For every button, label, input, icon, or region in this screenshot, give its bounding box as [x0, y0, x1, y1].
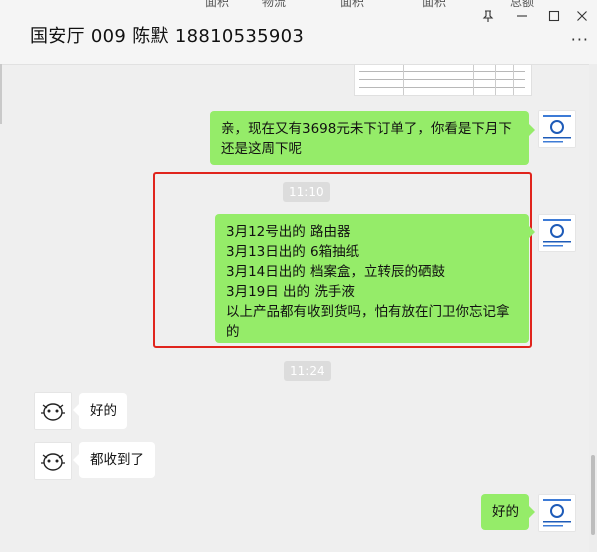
- more-options-button[interactable]: ···: [571, 30, 589, 49]
- message-text: 3月13日出的 6箱抽纸: [226, 244, 360, 260]
- bubble-tail: [529, 506, 535, 518]
- company-logo-icon: [539, 215, 575, 251]
- my-avatar[interactable]: [538, 494, 576, 532]
- my-avatar[interactable]: [538, 110, 576, 148]
- pin-icon: [482, 10, 494, 22]
- bubble-tail: [529, 226, 535, 238]
- message-bubble-incoming[interactable]: 都收到了: [79, 442, 155, 478]
- message-text: 3月12号出的 路由器: [226, 224, 351, 240]
- chat-title: 国安厅 009 陈默 18810535903: [30, 26, 305, 47]
- message-text: 好的: [90, 403, 117, 419]
- message-bubble-outgoing[interactable]: 好的: [481, 494, 529, 530]
- contact-avatar[interactable]: [34, 442, 72, 480]
- message-text: 好的: [492, 504, 519, 520]
- minimize-button[interactable]: [512, 6, 532, 26]
- company-logo-icon: [539, 111, 575, 147]
- message-bubble-incoming[interactable]: 好的: [79, 393, 127, 429]
- cartoon-avatar-icon: [35, 393, 71, 429]
- contact-avatar[interactable]: [34, 392, 72, 430]
- spreadsheet-image-message[interactable]: [354, 64, 532, 96]
- message-text: 3月19日 出的 洗手液: [226, 284, 355, 300]
- cut-tab-label: 物流: [262, 0, 287, 9]
- message-bubble-outgoing[interactable]: 3月12号出的 路由器 3月13日出的 6箱抽纸 3月14日出的 档案盒，立转辰…: [215, 214, 529, 343]
- scrollbar-thumb[interactable]: [591, 455, 595, 535]
- message-text: 都收到了: [90, 452, 144, 468]
- maximize-button[interactable]: [544, 6, 564, 26]
- cut-tab-label: 面积: [422, 0, 447, 9]
- close-icon: [577, 11, 587, 21]
- my-avatar[interactable]: [538, 214, 576, 252]
- chat-header: 面积 物流 面积 面积 总额 国安厅 009 陈默 18810535903 ··…: [0, 0, 597, 65]
- message-text: 3月14日出的 档案盒，立转辰的硒鼓: [226, 264, 446, 280]
- cut-tab-label: 面积: [205, 0, 230, 9]
- company-logo-icon: [539, 495, 575, 531]
- message-bubble-outgoing[interactable]: 亲，现在又有3698元未下订单了，你看是下月下 还是这周下呢: [210, 111, 529, 165]
- message-text: 亲，现在又有3698元未下订单了，你看是下月下: [221, 121, 512, 137]
- cartoon-avatar-icon: [35, 443, 71, 479]
- close-button[interactable]: [572, 6, 592, 26]
- left-edge-bar: [0, 64, 2, 124]
- timestamp: 11:24: [284, 361, 331, 381]
- message-text: 以上产品都有收到货吗，怕有放在门卫你忘记拿: [226, 304, 510, 320]
- message-text: 的: [226, 324, 240, 340]
- cut-tab-label: 面积: [340, 0, 365, 9]
- maximize-icon: [548, 10, 560, 22]
- pin-button[interactable]: [478, 6, 498, 26]
- bubble-tail: [529, 124, 535, 136]
- message-text: 还是这周下呢: [221, 141, 302, 157]
- minimize-icon: [517, 15, 527, 17]
